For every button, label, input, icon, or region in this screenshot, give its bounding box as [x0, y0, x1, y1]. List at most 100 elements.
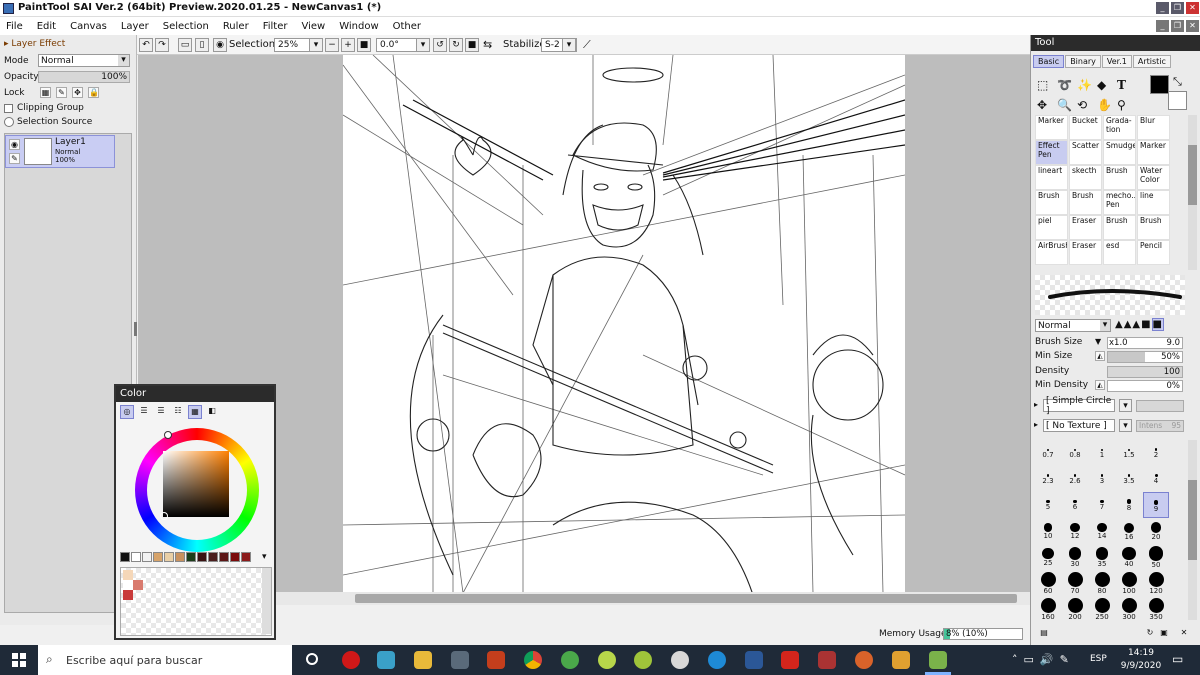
- custom-color-swatch[interactable]: [133, 580, 143, 590]
- color-swatch[interactable]: [164, 552, 174, 562]
- lock-all-icon[interactable]: 🔒: [88, 87, 99, 98]
- opacity-slider[interactable]: 100%: [38, 71, 130, 83]
- chrome-icon[interactable]: [524, 651, 542, 669]
- brush-size-preset[interactable]: 2.6: [1062, 466, 1088, 492]
- windows-start-icon[interactable]: [12, 653, 26, 667]
- tool-settings-icon[interactable]: ▤: [1037, 627, 1051, 641]
- canvas-paper[interactable]: [342, 54, 906, 596]
- eye-icon[interactable]: ◉: [9, 139, 20, 150]
- brush-size-preset[interactable]: 120: [1143, 570, 1169, 596]
- eye-icon[interactable]: ◉: [213, 38, 227, 52]
- painttool-sai-icon[interactable]: [929, 651, 947, 669]
- eyedropper-icon[interactable]: ⚲: [1117, 95, 1137, 115]
- custom-color-swatch[interactable]: [123, 590, 133, 600]
- app-icon[interactable]: [598, 651, 616, 669]
- tab-basic[interactable]: Basic: [1033, 55, 1065, 68]
- brush-slot[interactable]: Grada-tion: [1103, 115, 1136, 140]
- chevron-right-icon[interactable]: ▸: [1034, 400, 1038, 409]
- task-view-icon[interactable]: [306, 653, 318, 665]
- brush-size-preset[interactable]: 0.8: [1062, 440, 1088, 466]
- pencil-app-icon[interactable]: [451, 651, 469, 669]
- brush-size-preset[interactable]: 2.3: [1035, 466, 1061, 492]
- swatches-icon[interactable]: ▦: [188, 405, 202, 419]
- rotate-icon[interactable]: ⟲: [1077, 95, 1097, 115]
- rotate-right-icon[interactable]: ↻: [449, 38, 463, 52]
- brush-texture-select[interactable]: [ No Texture ]: [1043, 419, 1115, 432]
- tool-options-icon[interactable]: ▣: [1157, 627, 1171, 641]
- brush-slot[interactable]: Pencil: [1137, 240, 1170, 265]
- app-icon[interactable]: [561, 651, 579, 669]
- chevron-down-icon[interactable]: ▾: [1119, 399, 1132, 412]
- opera-icon[interactable]: [342, 651, 360, 669]
- brush-size-preset[interactable]: 100: [1116, 570, 1142, 596]
- menu-other[interactable]: Other: [393, 21, 421, 32]
- brush-slot[interactable]: esd: [1103, 240, 1136, 265]
- density-slider[interactable]: 100: [1107, 366, 1183, 378]
- brush-size-preset[interactable]: 7: [1089, 492, 1115, 518]
- brush-size-preset[interactable]: 50: [1143, 544, 1169, 570]
- brush-slot[interactable]: Smudge: [1103, 140, 1136, 165]
- brush-slot[interactable]: skecth: [1069, 165, 1102, 190]
- brush-slot[interactable]: line: [1137, 190, 1170, 215]
- word-icon[interactable]: [745, 651, 763, 669]
- brush-size-preset[interactable]: 10: [1035, 518, 1061, 544]
- brush-size-preset[interactable]: 80: [1089, 570, 1115, 596]
- brush-size-preset[interactable]: 300: [1116, 596, 1142, 622]
- shape-icon[interactable]: ◆: [1097, 75, 1117, 95]
- brush-size-preset[interactable]: 25: [1035, 544, 1061, 570]
- brush-slot[interactable]: Scatter: [1069, 140, 1102, 165]
- brush-edge-buttons[interactable]: ▲▲▲■■: [1115, 318, 1164, 331]
- brush-slot[interactable]: Brush: [1069, 190, 1102, 215]
- app-icon[interactable]: [634, 651, 652, 669]
- color-swatch[interactable]: [131, 552, 141, 562]
- brush-size-preset[interactable]: 1: [1089, 440, 1115, 466]
- brush-size-preset[interactable]: 200: [1062, 596, 1088, 622]
- custom-color-swatch[interactable]: [123, 570, 133, 580]
- color-cursor[interactable]: [160, 512, 168, 520]
- brush-size-preset[interactable]: 20: [1143, 518, 1169, 544]
- app-icon[interactable]: [855, 651, 873, 669]
- menu-selection[interactable]: Selection: [163, 21, 209, 32]
- doc-restore-icon[interactable]: ❐: [1171, 20, 1184, 32]
- scrollbar-thumb[interactable]: [1188, 145, 1197, 205]
- lock-transparency-icon[interactable]: ▦: [40, 87, 51, 98]
- maximize-icon[interactable]: ❐: [1171, 2, 1184, 14]
- close-icon[interactable]: ✕: [1177, 627, 1191, 641]
- zoom-icon[interactable]: 🔍: [1057, 95, 1077, 115]
- color-swatch[interactable]: [175, 552, 185, 562]
- mode-select[interactable]: Normal ▾: [38, 54, 130, 67]
- scratchpad-icon[interactable]: ◧: [205, 405, 219, 419]
- brush-slot[interactable]: Brush: [1137, 215, 1170, 240]
- brush-size-preset[interactable]: 40: [1116, 544, 1142, 570]
- brush-slot[interactable]: Brush: [1035, 190, 1068, 215]
- hsv-slider-icon[interactable]: ☰: [154, 405, 168, 419]
- menu-filter[interactable]: Filter: [263, 21, 288, 32]
- chevron-right-icon[interactable]: ▸: [1034, 420, 1038, 429]
- brush-size-preset[interactable]: 6: [1062, 492, 1088, 518]
- layer-effect-toggle[interactable]: ▸ Layer Effect: [4, 37, 65, 51]
- deselect-icon[interactable]: ▭: [178, 38, 192, 52]
- texture-intensity-slider[interactable]: Intens 95: [1136, 420, 1184, 432]
- clipping-group-checkbox[interactable]: Clipping Group: [4, 101, 84, 115]
- brush-size-preset[interactable]: 9: [1143, 492, 1169, 518]
- brush-slot[interactable]: Blur: [1137, 115, 1170, 140]
- system-tray-icons[interactable]: ˄▭🔊✎: [1012, 653, 1075, 666]
- brush-slot[interactable]: Marker: [1137, 140, 1170, 165]
- brush-slot[interactable]: Effect Pen: [1035, 140, 1068, 165]
- color-wheel-icon[interactable]: ◎: [120, 405, 134, 419]
- rotate-left-icon[interactable]: ↺: [433, 38, 447, 52]
- doc-minimize-icon[interactable]: _: [1156, 20, 1169, 32]
- move-icon[interactable]: ✥: [1037, 95, 1057, 115]
- chevron-down-icon[interactable]: ▾: [562, 38, 576, 52]
- blend-mode-select[interactable]: Normal ▾: [1035, 319, 1111, 332]
- layer-row[interactable]: ◉ ✎ Layer1 Normal 100%: [5, 135, 115, 168]
- clock-date[interactable]: 9/9/2020: [1116, 661, 1166, 671]
- zoom-reset-icon[interactable]: ■: [357, 38, 371, 52]
- edge-icon[interactable]: [708, 651, 726, 669]
- language-indicator[interactable]: ESP: [1090, 654, 1107, 664]
- secondary-color-swatch[interactable]: [1168, 91, 1187, 110]
- min-size-slider[interactable]: 50%: [1107, 351, 1183, 363]
- tab-ver1[interactable]: Ver.1: [1101, 55, 1132, 68]
- rect-select-icon[interactable]: ⬚: [1037, 75, 1057, 95]
- rotation-reset-icon[interactable]: ■: [465, 38, 479, 52]
